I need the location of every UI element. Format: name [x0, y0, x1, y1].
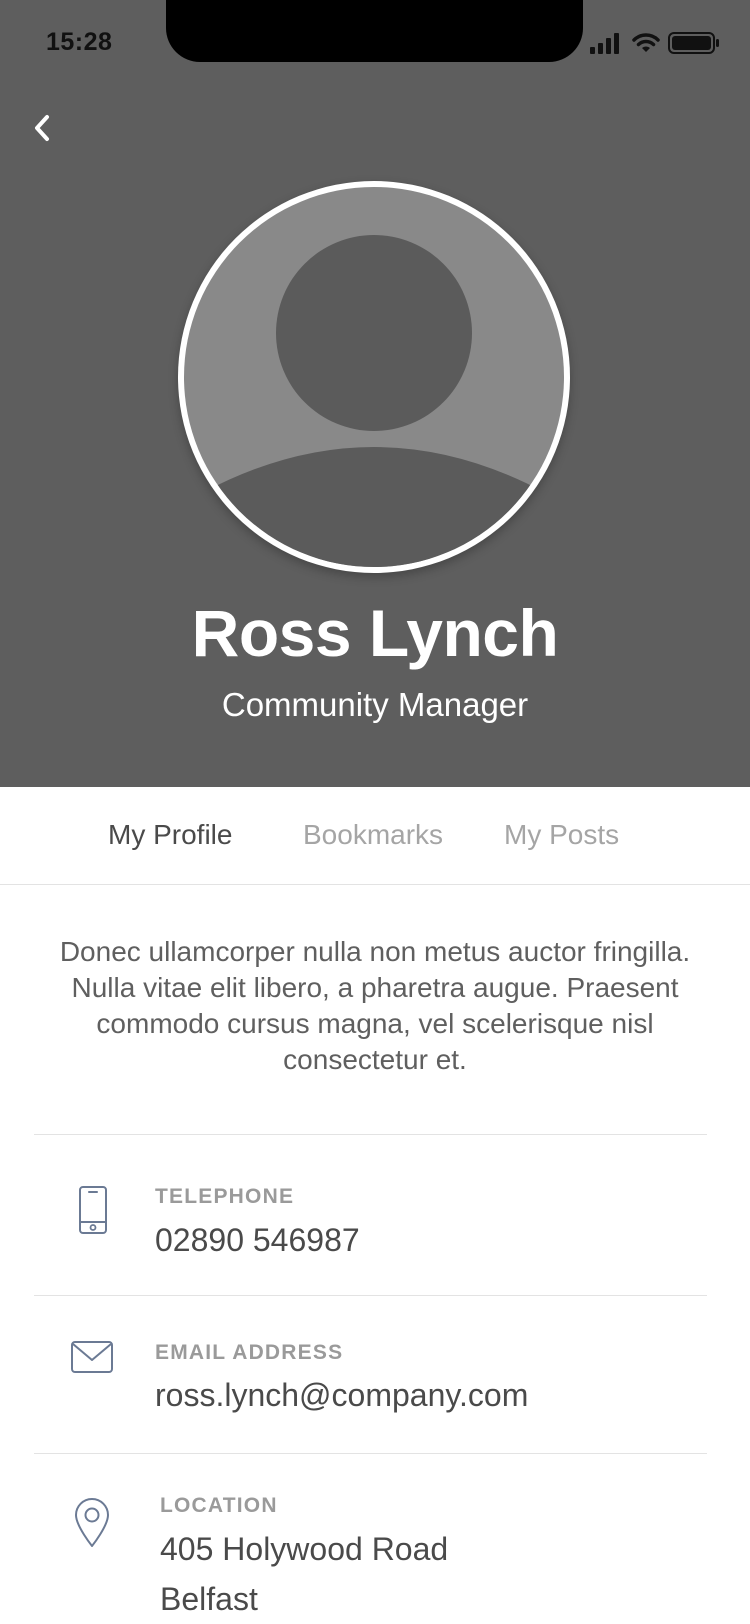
status-icons	[590, 30, 720, 60]
email-value[interactable]: ross.lynch@company.com	[155, 1377, 528, 1414]
tab-my-profile[interactable]: My Profile	[108, 819, 232, 851]
location-label: LOCATION	[160, 1494, 278, 1517]
divider	[34, 1295, 707, 1296]
battery-icon	[668, 31, 720, 60]
telephone-label: TELEPHONE	[155, 1185, 295, 1208]
tab-my-posts[interactable]: My Posts	[504, 819, 619, 851]
location-line1[interactable]: 405 Holywood Road	[160, 1531, 448, 1568]
email-label: EMAIL ADDRESS	[155, 1341, 344, 1364]
avatar-placeholder	[184, 187, 564, 567]
divider	[34, 1134, 707, 1135]
cellular-signal-icon	[590, 32, 624, 59]
avatar[interactable]	[178, 181, 570, 573]
mail-icon	[68, 1337, 116, 1377]
profile-header: 15:28 Ross Lynch Community Manager	[0, 0, 750, 787]
profile-role: Community Manager	[221, 686, 529, 723]
wifi-icon	[632, 32, 660, 59]
divider	[34, 1453, 707, 1454]
back-button[interactable]	[24, 108, 60, 152]
profile-screen: 15:28 Ross Lynch Community Manager My Pr…	[0, 0, 750, 1624]
status-time: 15:28	[46, 28, 113, 56]
profile-name: Ross Lynch	[191, 596, 559, 670]
device-notch	[166, 0, 583, 62]
tab-bookmarks[interactable]: Bookmarks	[303, 819, 443, 851]
profile-bio: Donec ullamcorper nulla non metus auctor…	[59, 936, 691, 1075]
location-line2[interactable]: Belfast	[160, 1581, 258, 1618]
location-pin-icon	[70, 1494, 114, 1550]
person-silhouette-icon	[184, 235, 564, 567]
telephone-value[interactable]: 02890 546987	[155, 1222, 360, 1259]
phone-icon	[70, 1182, 115, 1237]
chevron-left-icon	[32, 113, 52, 148]
profile-tabs: My Profile Bookmarks My Posts	[0, 787, 750, 885]
